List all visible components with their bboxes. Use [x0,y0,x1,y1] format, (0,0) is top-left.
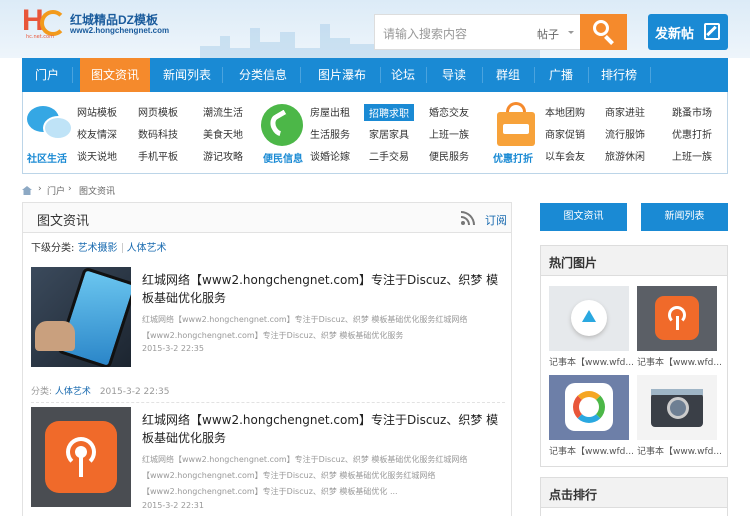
subnav-link[interactable]: 上班一族 [672,148,712,163]
breadcrumb-sep-icon: › [38,184,42,194]
hot-image-caption[interactable]: 记事本【www.wfd... [549,444,634,457]
chat-bubbles-icon [27,106,73,144]
site-url: www2.hongchengnet.com [70,26,170,35]
sidebar-button-news-list[interactable]: 新闻列表 [641,203,728,231]
subnav-link[interactable]: 商家促销 [545,126,585,141]
search-category-select[interactable]: 帖子 [537,26,559,42]
subnav-link[interactable]: 优惠打折 [672,126,712,141]
subnav-link[interactable]: 以车会友 [545,148,585,163]
hot-image-1[interactable] [549,286,629,351]
site-logo[interactable]: H hc.net.com [22,6,66,40]
subnav-link[interactable]: 校友情深 [77,126,117,141]
rss-icon[interactable] [461,211,475,225]
subnav-link[interactable]: 谈婚论嫁 [310,148,350,163]
nav-item-news-list[interactable]: 新闻列表 [154,58,220,92]
nav-item-image-news[interactable]: 图文资讯 [80,58,150,92]
subnav-link[interactable]: 二手交易 [369,148,409,163]
subnav-link[interactable]: 便民服务 [429,148,469,163]
subnav-link[interactable]: 网站模板 [77,104,117,119]
subcategory-link-2[interactable]: 人体艺术 [127,243,167,254]
hot-image-3[interactable] [549,375,629,440]
subnav-link[interactable]: 家居家具 [369,126,409,141]
breadcrumb-current: 图文资讯 [79,187,116,197]
search-input[interactable]: 请输入搜索内容 [383,25,467,42]
article-summary: 红城网络【www2.hongchengnet.com】专注于Discuz、织梦 … [142,315,468,340]
hot-images-box: 热门图片 记事本【www.wfd... 记事本【www.wfd... 记事本【w… [540,245,728,467]
nav-item-waterfall[interactable]: 图片瀑布 [304,58,380,92]
search-icon [593,20,609,36]
subnav-link[interactable]: 手机平板 [138,148,178,163]
subnav-link[interactable]: 游记攻略 [203,148,243,163]
article-thumbnail[interactable] [31,407,131,507]
meta-date: 2015-3-2 22:35 [99,387,170,397]
panel-header: 图文资讯 订阅 [23,203,511,233]
hot-image-4[interactable] [637,375,717,440]
shopping-bag-icon [497,102,535,146]
subcategory-row: 下级分类: 艺术摄影 人体艺术 [31,239,167,254]
article-meta: 分类: 人体艺术 2015-3-2 22:35 [31,384,169,397]
new-post-button[interactable]: 发新帖 [648,14,728,50]
subnav-group-label-3[interactable]: 优惠打折 [493,150,533,165]
nav-item-portal[interactable]: 门户 [22,58,72,92]
article-title[interactable]: 红城网络【www2.hongchengnet.com】专注于Discuz、织梦 … [142,411,502,447]
hot-image-caption[interactable]: 记事本【www.wfd... [637,444,722,457]
subnav-link[interactable]: 网页模板 [138,104,178,119]
search-button[interactable] [580,14,627,50]
sub-nav-panel: 社区生活 便民信息 优惠打折 网站模板 网页模板 潮流生活校友情深 数码科技 美食天地谈… [22,92,728,174]
subnav-link[interactable]: 流行服饰 [605,126,645,141]
nav-item-forum[interactable]: 论坛 [382,58,424,92]
main-nav: 门户 图文资讯 新闻列表 分类信息 图片瀑布 论坛 导读 群组 广播 排行榜 [22,58,728,92]
article-summary: 红城网络【www2.hongchengnet.com】专注于Discuz、织梦 … [142,455,468,496]
panel-title: 图文资讯 [37,214,90,229]
subcategory-link-1[interactable]: 艺术摄影 [78,243,118,254]
new-post-label: 发新帖 [655,26,695,41]
subnav-link[interactable]: 谈天说地 [77,148,117,163]
hot-image-caption[interactable]: 记事本【www.wfd... [637,355,722,368]
subnav-link[interactable]: 婚恋交友 [429,104,469,119]
click-ranking-box: 点击排行 [540,477,728,516]
subnav-link[interactable]: 跳蚤市场 [672,104,712,119]
subnav-link[interactable]: 房屋出租 [310,104,350,119]
nav-item-guide[interactable]: 导读 [428,58,480,92]
subnav-link[interactable]: 数码科技 [138,126,178,141]
hot-image-caption[interactable]: 记事本【www.wfd... [549,355,634,368]
hot-images-title: 热门图片 [549,256,598,270]
subnav-group-label-1[interactable]: 社区生活 [27,150,67,165]
logo-c-mark [40,10,66,36]
subnav-link[interactable]: 潮流生活 [203,104,243,119]
hot-image-2[interactable] [637,286,717,351]
nav-item-ranking[interactable]: 排行榜 [590,58,648,92]
phone-icon [261,104,303,146]
sidebar-button-image-news[interactable]: 图文资讯 [540,203,627,231]
nav-item-classifieds[interactable]: 分类信息 [228,58,298,92]
article-date: 2015-3-2 22:35 [142,344,204,353]
article-date: 2015-3-2 22:31 [142,501,204,510]
article-title[interactable]: 红城网络【www2.hongchengnet.com】专注于Discuz、织梦 … [142,271,502,307]
breadcrumb-sep-icon: › [68,184,72,194]
divider [31,402,505,403]
subnav-link[interactable]: 生活服务 [310,126,350,141]
article-list-panel: 图文资讯 订阅 下级分类: 艺术摄影 人体艺术 红城网络【www2.hongche… [22,202,512,516]
meta-label: 分类: [31,387,53,397]
search-box[interactable]: 请输入搜索内容 帖子 [374,14,580,50]
nav-item-groups[interactable]: 群组 [484,58,532,92]
subscribe-link[interactable]: 订阅 [485,212,507,228]
subnav-group-label-2[interactable]: 便民信息 [263,150,303,165]
breadcrumb-portal[interactable]: 门户 [47,184,65,197]
subnav-link[interactable]: 招聘求职 [364,104,414,121]
click-ranking-title: 点击排行 [549,488,598,502]
subnav-link[interactable]: 旅游休闲 [605,148,645,163]
header: H hc.net.com 红城精品DZ模板 www2.hongchengnet.… [0,0,750,58]
subnav-link[interactable]: 商家进驻 [605,104,645,119]
home-icon[interactable] [22,186,32,195]
subcategory-label: 下级分类: [31,243,75,254]
nav-item-broadcast[interactable]: 广播 [536,58,586,92]
subnav-link[interactable]: 上班一族 [429,126,469,141]
logo-tag: hc.net.com [26,34,54,40]
meta-category-link[interactable]: 人体艺术 [55,387,91,397]
subnav-link[interactable]: 本地团购 [545,104,585,119]
subnav-link[interactable]: 美食天地 [203,126,243,141]
article-thumbnail[interactable] [31,267,131,367]
chevron-down-icon [568,31,574,37]
